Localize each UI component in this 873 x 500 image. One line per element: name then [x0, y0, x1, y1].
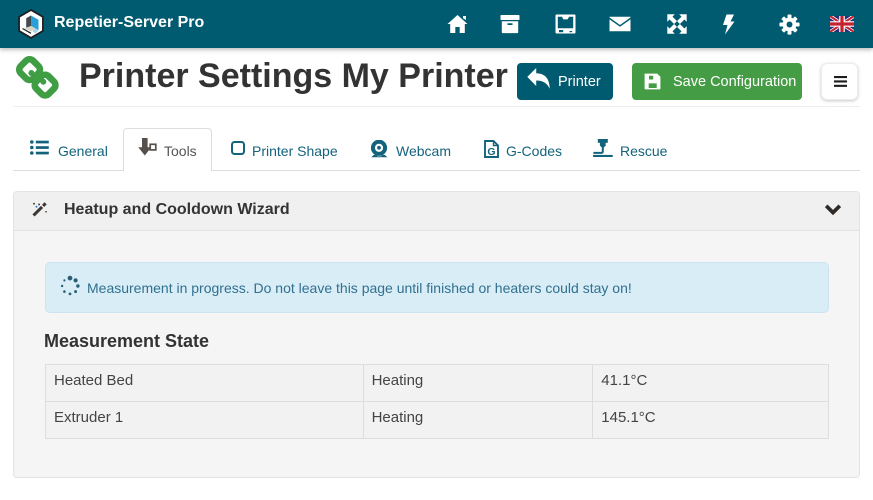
- svg-text:G: G: [487, 146, 495, 158]
